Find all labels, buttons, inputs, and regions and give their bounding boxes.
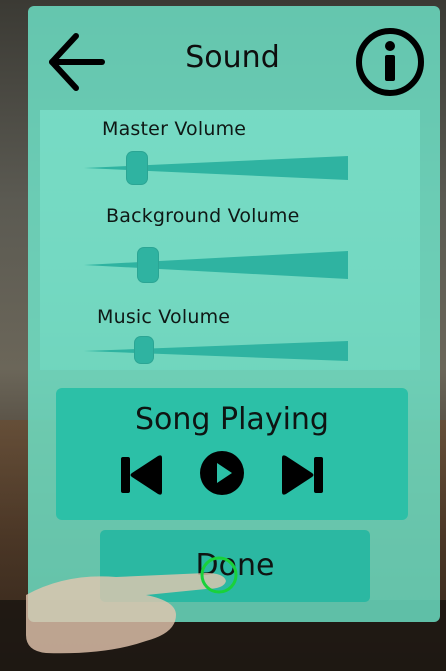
page-title: Sound bbox=[185, 40, 280, 75]
master-volume-label: Master Volume bbox=[102, 118, 247, 140]
back-button[interactable] bbox=[46, 30, 106, 94]
music-volume-track bbox=[84, 341, 348, 361]
background-volume-label: Background Volume bbox=[106, 205, 300, 227]
song-title: Song Playing bbox=[135, 402, 329, 437]
master-volume-track bbox=[84, 156, 348, 180]
background-volume-slider[interactable] bbox=[84, 247, 348, 283]
background-volume-track bbox=[84, 251, 348, 279]
music-volume-slider[interactable] bbox=[84, 336, 348, 368]
pointing-hand bbox=[26, 556, 238, 654]
master-volume-slider[interactable] bbox=[84, 151, 348, 185]
music-volume-label: Music Volume bbox=[97, 306, 231, 328]
skip-previous-icon bbox=[121, 455, 162, 495]
song-player-panel: Song Playing bbox=[56, 388, 408, 520]
master-volume-knob[interactable] bbox=[126, 151, 149, 185]
info-button[interactable] bbox=[355, 27, 425, 97]
play-icon bbox=[200, 451, 244, 495]
music-volume-knob[interactable] bbox=[134, 336, 155, 364]
background-volume-knob[interactable] bbox=[136, 247, 159, 283]
info-icon bbox=[356, 28, 424, 96]
skip-previous-button[interactable] bbox=[118, 452, 164, 502]
skip-next-button[interactable] bbox=[280, 452, 326, 502]
arrow-left-icon bbox=[49, 33, 105, 91]
skip-next-icon bbox=[282, 455, 323, 495]
play-button[interactable] bbox=[199, 450, 245, 500]
